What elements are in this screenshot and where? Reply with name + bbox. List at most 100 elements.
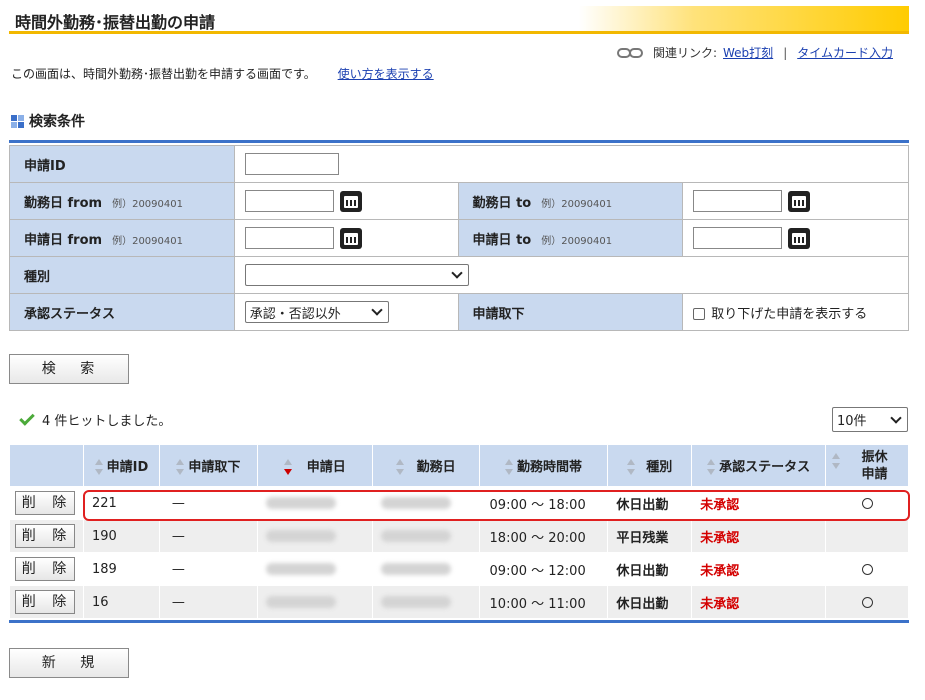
cell-application-id: 190 (82, 519, 160, 553)
sort-desc-icon (283, 459, 293, 476)
sort-icon (94, 459, 104, 476)
hit-count: 4 件ヒットしました。 (19, 409, 172, 429)
application-id-label: 申請ID (9, 145, 235, 183)
redacted-value (265, 563, 336, 575)
col-header-comp-leave[interactable]: 振休申請 (825, 444, 909, 487)
apply-date-from-calendar-icon[interactable] (339, 227, 362, 249)
link-chain-icon (616, 47, 647, 59)
work-date-from-calendar-icon[interactable] (339, 190, 362, 212)
col-header-application-id[interactable]: 申請ID (82, 444, 160, 487)
col-header-apply-date[interactable]: 申請日 (256, 444, 373, 487)
delete-button[interactable]: 削 除 (15, 491, 75, 515)
grid-icon (11, 114, 24, 128)
type-label: 種別 (9, 256, 235, 294)
delete-button[interactable]: 削 除 (15, 557, 75, 581)
col-header-withdrawn[interactable]: 申請取下 (158, 444, 258, 487)
web-punch-link[interactable]: Web打刻 (723, 44, 773, 61)
type-select[interactable] (244, 264, 469, 286)
check-icon (19, 409, 35, 426)
cell-comp-leave (825, 519, 909, 553)
cell-apply-date (256, 552, 373, 586)
search-button[interactable]: 検 索 (9, 354, 129, 384)
work-date-from-input[interactable] (244, 190, 334, 212)
search-section-label: 検索条件 (29, 114, 85, 130)
cell-type: 休日出勤 (607, 585, 693, 619)
table-row: 削 除 190 — 18:00 ～ 20:00 平日残業 未承認 (9, 519, 909, 553)
cell-type: 休日出勤 (607, 486, 693, 520)
cell-type: 休日出勤 (607, 552, 693, 586)
cell-application-id: 221 (82, 486, 160, 520)
cell-approval-status: 未承認 (691, 486, 827, 520)
approval-status-select[interactable]: 承認・否認以外 (244, 301, 389, 323)
redacted-value (265, 596, 336, 608)
cell-withdrawn: — (158, 486, 258, 520)
results-table: 申請ID 申請取下 申請日 勤務日 勤務時間帯 種別 承認ステータス 振休申請 … (9, 444, 909, 619)
cell-comp-leave (825, 585, 909, 619)
cell-apply-date (256, 585, 373, 619)
circle-icon (861, 563, 873, 575)
cell-approval-status: 未承認 (691, 519, 827, 553)
cell-work-time: 09:00 ～ 18:00 (478, 486, 609, 520)
cell-approval-status: 未承認 (691, 552, 827, 586)
cell-apply-date (256, 486, 373, 520)
delete-button[interactable]: 削 除 (15, 524, 75, 548)
work-date-to-input[interactable] (693, 190, 783, 212)
work-date-from-label: 勤務日 from 例）20090401 (9, 182, 235, 220)
application-id-input[interactable] (244, 153, 339, 175)
show-withdrawn-checkbox[interactable] (693, 308, 706, 320)
col-header-work-date[interactable]: 勤務日 (371, 444, 480, 487)
cell-withdrawn: — (158, 519, 258, 553)
work-date-to-label: 勤務日 to 例）20090401 (457, 182, 684, 220)
cell-work-time: 10:00 ～ 11:00 (478, 585, 609, 619)
cell-work-date (371, 552, 480, 586)
page-description: この画面は、時間外勤務･振替出勤を申請する画面です。 使い方を表示する (11, 65, 434, 82)
apply-date-to-input[interactable] (693, 227, 783, 249)
help-link[interactable]: 使い方を表示する (338, 67, 434, 81)
apply-date-to-label: 申請日 to 例）20090401 (457, 219, 684, 257)
description-text: この画面は、時間外勤務･振替出勤を申請する画面です。 (11, 67, 316, 81)
apply-date-from-label: 申請日 from 例）20090401 (9, 219, 235, 257)
circle-icon (861, 497, 873, 509)
cell-apply-date (256, 519, 373, 553)
cell-comp-leave (825, 486, 909, 520)
col-header-work-time[interactable]: 勤務時間帯 (478, 444, 609, 487)
sort-icon (627, 459, 636, 476)
sort-icon (707, 459, 716, 476)
related-links: 関連リンク: Web打刻 | タイムカード入力 (616, 44, 893, 61)
show-withdrawn-label: 取り下げた申請を表示する (711, 306, 868, 322)
apply-date-to-calendar-icon[interactable] (788, 227, 811, 249)
redacted-value (380, 563, 451, 575)
sort-icon (176, 459, 185, 476)
redacted-value (380, 497, 451, 509)
chevron-down-icon (451, 267, 463, 279)
timecard-input-link[interactable]: タイムカード入力 (797, 44, 893, 61)
cell-work-time: 09:00 ～ 12:00 (478, 552, 609, 586)
search-top-divider (9, 140, 909, 143)
page-header: 時間外勤務･振替出勤の申請 (9, 6, 909, 34)
apply-date-from-input[interactable] (244, 227, 334, 249)
results-bottom-divider (9, 620, 909, 623)
page-title: 時間外勤務･振替出勤の申請 (15, 13, 216, 32)
chevron-down-icon (890, 411, 902, 424)
cell-withdrawn: — (158, 585, 258, 619)
per-page-select[interactable]: 10件 (832, 407, 908, 432)
redacted-value (380, 596, 451, 608)
col-header-type[interactable]: 種別 (607, 444, 693, 487)
header-gradient (579, 6, 909, 32)
sort-icon (395, 459, 405, 476)
work-date-to-calendar-icon[interactable] (788, 190, 811, 212)
table-row: 削 除 221 — 09:00 ～ 18:00 休日出勤 未承認 (9, 486, 909, 520)
sort-icon (832, 452, 841, 469)
col-header-delete (9, 444, 84, 487)
cell-application-id: 189 (82, 552, 160, 586)
link-separator: | (783, 45, 788, 60)
delete-button[interactable]: 削 除 (15, 590, 75, 614)
table-row: 削 除 16 — 10:00 ～ 11:00 休日出勤 未承認 (9, 585, 909, 619)
cell-application-id: 16 (82, 585, 160, 619)
cell-comp-leave (825, 552, 909, 586)
hit-count-text: 4 件ヒットしました。 (42, 414, 172, 429)
cell-approval-status: 未承認 (691, 585, 827, 619)
table-row: 削 除 189 — 09:00 ～ 12:00 休日出勤 未承認 (9, 552, 909, 586)
col-header-approval-status[interactable]: 承認ステータス (691, 444, 827, 487)
new-button[interactable]: 新 規 (9, 648, 129, 678)
